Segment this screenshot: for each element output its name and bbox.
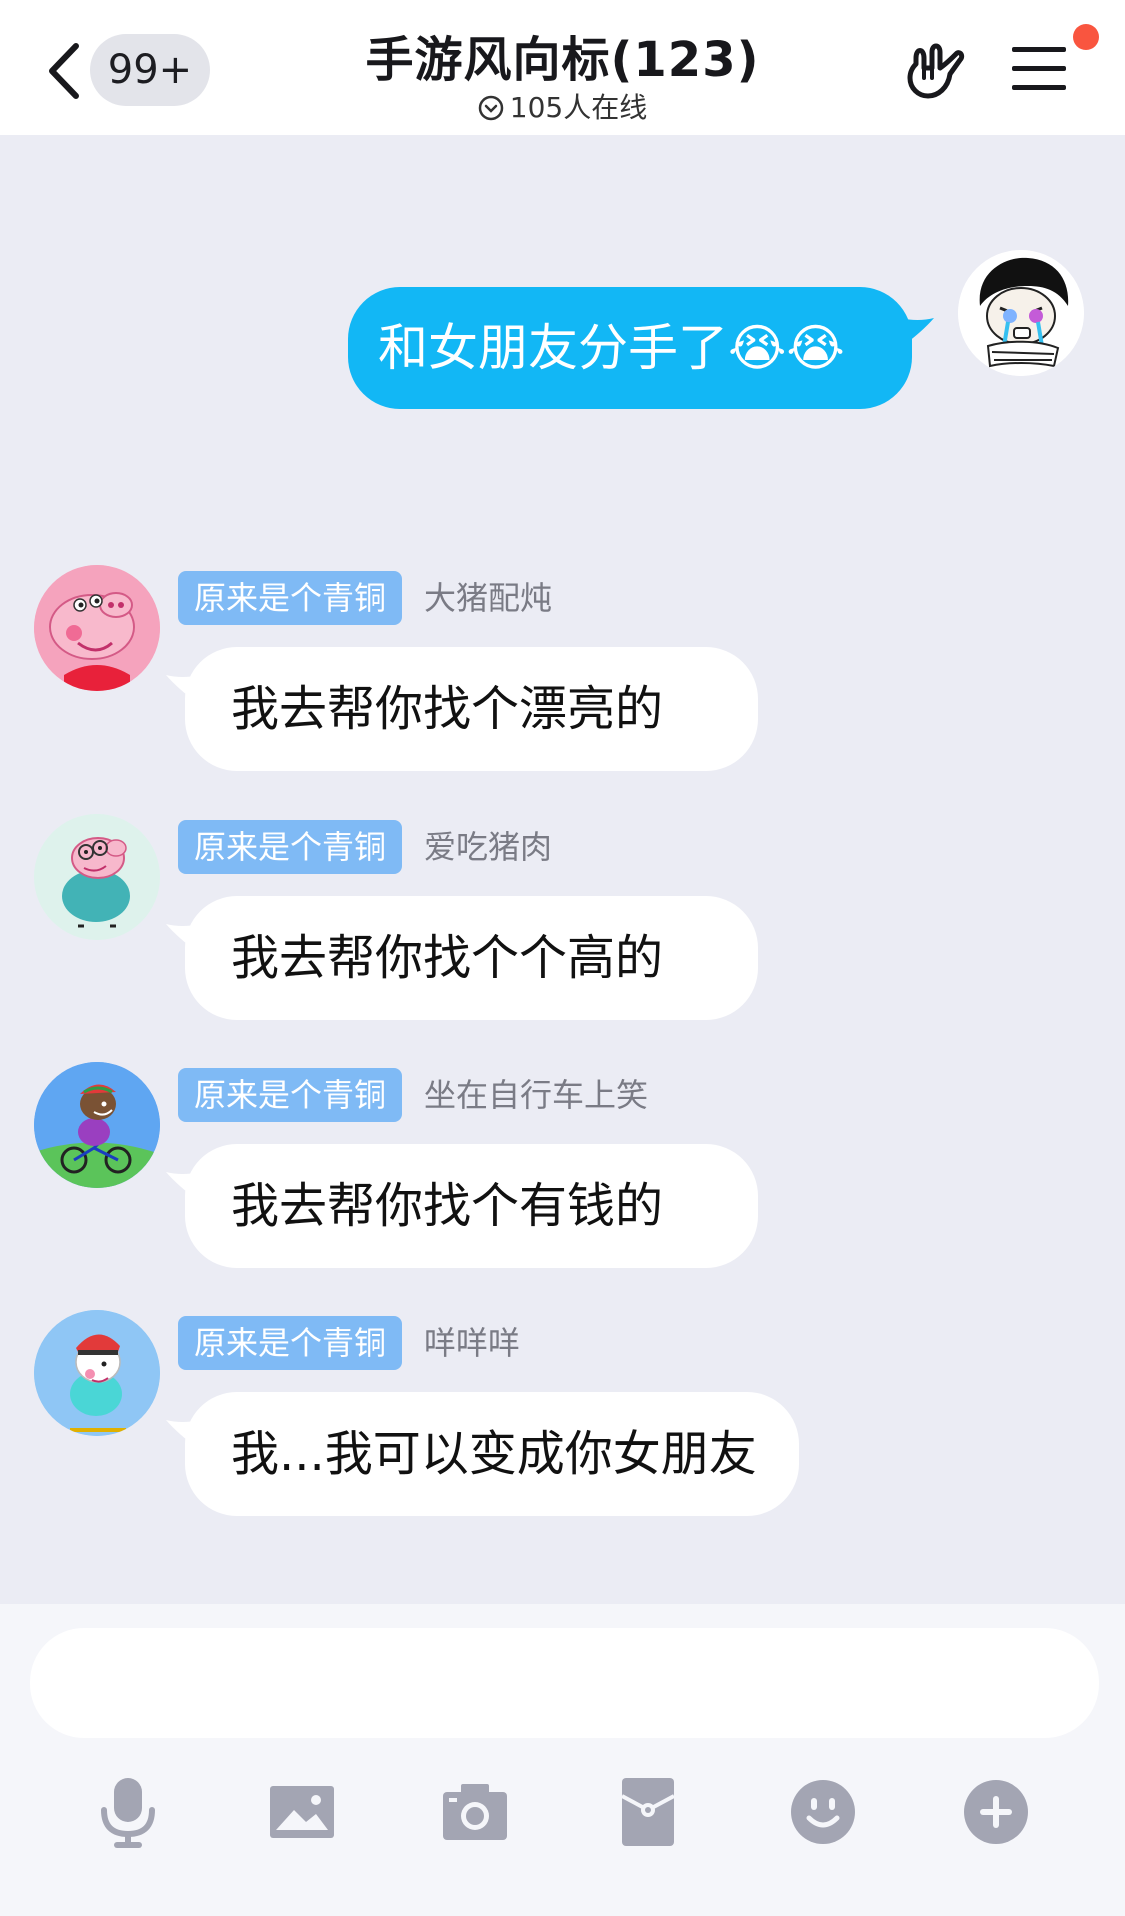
message-row: 原来是个青铜 大猪配炖 我去帮你找个漂亮的	[0, 565, 1125, 805]
member-title-badge: 原来是个青铜	[178, 571, 403, 625]
sheep-on-bike-avatar-icon	[34, 1310, 160, 1436]
member-title-badge: 原来是个青铜	[178, 1316, 403, 1370]
sender-nickname[interactable]: 坐在自行车上笑	[424, 1068, 648, 1122]
plus-icon[interactable]	[958, 1774, 1034, 1850]
peppa-pig-avatar[interactable]	[34, 565, 160, 691]
input-bar	[0, 1604, 1125, 1916]
danny-dog-avatar[interactable]	[34, 1062, 160, 1188]
sender-nickname[interactable]: 咩咩咩	[424, 1316, 520, 1370]
chevron-down-circle-icon	[478, 95, 504, 121]
message-row: 原来是个青铜 咩咩咩 我...我可以变成你女朋友	[0, 1310, 1125, 1550]
my-avatar[interactable]	[958, 250, 1084, 376]
notification-dot	[1073, 24, 1099, 50]
message-bubble[interactable]: 我去帮你找个有钱的	[185, 1144, 758, 1268]
sender-nickname[interactable]: 爱吃猪肉	[424, 820, 552, 874]
message-bubble[interactable]: 我去帮你找个漂亮的	[185, 647, 758, 771]
microphone-icon[interactable]	[90, 1774, 166, 1850]
member-title-badge: 原来是个青铜	[178, 820, 403, 874]
message-bubble[interactable]: 我去帮你找个个高的	[185, 896, 758, 1020]
red-packet-icon[interactable]	[610, 1774, 686, 1850]
image-icon[interactable]	[264, 1774, 340, 1850]
emoji-icon[interactable]	[785, 1774, 861, 1850]
daddy-pig-avatar[interactable]	[34, 814, 160, 940]
pig-avatar-icon	[34, 814, 160, 940]
crying-meme-avatar-icon	[958, 250, 1084, 376]
message-row: 原来是个青铜 坐在自行车上笑 我去帮你找个有钱的	[0, 1062, 1125, 1302]
chat-header: 99+ 手游风向标(123) 105人在线	[0, 0, 1125, 135]
rock-hand-icon[interactable]	[902, 38, 966, 102]
dog-on-bike-avatar-icon	[34, 1062, 160, 1188]
bubble-tail	[900, 318, 934, 348]
member-title-badge: 原来是个青铜	[178, 1068, 403, 1122]
sender-nickname[interactable]: 大猪配炖	[424, 571, 552, 625]
pig-avatar-icon	[34, 565, 160, 691]
message-row: 原来是个青铜 爱吃猪肉 我去帮你找个个高的	[0, 814, 1125, 1054]
my-message-bubble[interactable]: 和女朋友分手了😭😭	[348, 287, 912, 409]
menu-icon[interactable]	[1012, 44, 1066, 94]
message-bubble[interactable]: 我...我可以变成你女朋友	[185, 1392, 799, 1516]
message-input[interactable]	[30, 1628, 1099, 1738]
online-count-label: 105人在线	[509, 91, 648, 124]
camera-icon[interactable]	[437, 1774, 513, 1850]
suzy-sheep-avatar[interactable]	[34, 1310, 160, 1436]
